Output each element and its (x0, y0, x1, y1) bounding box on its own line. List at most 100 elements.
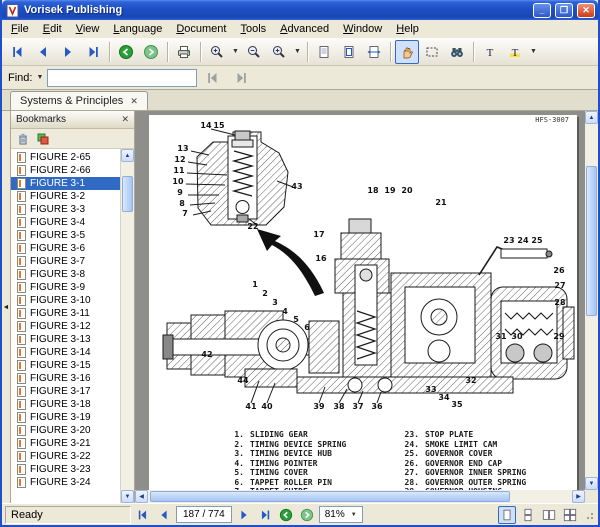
actual-size-button[interactable] (312, 40, 336, 64)
bookmark-item[interactable]: FIGURE 3-6 (11, 242, 120, 255)
scrollbar-thumb[interactable] (150, 491, 510, 502)
bookmark-item[interactable]: FIGURE 3-21 (11, 437, 120, 450)
menu-advanced[interactable]: Advanced (273, 21, 336, 37)
highlight-text-tool-button[interactable]: T (503, 40, 527, 64)
text-tool-dropdown[interactable]: ▼ (528, 40, 539, 64)
bookmark-item[interactable]: FIGURE 3-7 (11, 255, 120, 268)
scroll-down-arrow[interactable]: ▼ (585, 477, 598, 490)
bookmark-item[interactable]: FIGURE 3-16 (11, 372, 120, 385)
status-previous-view-button[interactable] (277, 506, 295, 524)
search-binoculars-button[interactable] (445, 40, 469, 64)
find-options-dropdown[interactable]: ▼ (36, 74, 43, 81)
document-horizontal-scrollbar[interactable]: ◀ ▶ (135, 490, 585, 503)
tab-label: Systems & Principles (20, 95, 123, 107)
menu-help[interactable]: Help (389, 21, 426, 37)
tab-systems-and-principles[interactable]: Systems & Principles ✕ (10, 91, 148, 110)
next-view-button[interactable] (139, 40, 163, 64)
scroll-left-arrow[interactable]: ◀ (135, 490, 148, 503)
bookmark-item[interactable]: FIGURE 3-4 (11, 216, 120, 229)
bookmark-item[interactable]: FIGURE 3-18 (11, 398, 120, 411)
bookmark-item[interactable]: FIGURE 3-8 (11, 268, 120, 281)
panel-collapse-handle[interactable]: ◄ (2, 111, 11, 503)
resize-grip[interactable] (582, 508, 595, 521)
menu-language[interactable]: Language (106, 21, 169, 37)
scrollbar-thumb[interactable] (122, 176, 133, 212)
last-page-button[interactable] (81, 40, 105, 64)
menu-window[interactable]: Window (336, 21, 389, 37)
tab-close-icon[interactable]: ✕ (130, 96, 138, 107)
bookmark-options-icon[interactable] (35, 131, 51, 147)
bookmark-item[interactable]: FIGURE 3-2 (11, 190, 120, 203)
document-area[interactable]: HFS-3007 (135, 111, 598, 503)
status-previous-page-button[interactable] (155, 506, 173, 524)
continuous-facing-layout-button[interactable] (561, 506, 579, 524)
find-next-button[interactable] (229, 66, 253, 90)
bookmark-label: FIGURE 3-11 (30, 308, 90, 319)
previous-page-button[interactable] (31, 40, 55, 64)
single-page-layout-button[interactable] (498, 506, 516, 524)
bookmark-item[interactable]: FIGURE 3-12 (11, 320, 120, 333)
bookmark-item[interactable]: FIGURE 3-24 (11, 476, 120, 489)
bookmark-item[interactable]: FIGURE 3-15 (11, 359, 120, 372)
delete-bookmark-icon[interactable] (15, 131, 31, 147)
bookmark-item[interactable]: FIGURE 3-19 (11, 411, 120, 424)
zoom-tool-dropdown[interactable]: ▼ (230, 40, 241, 64)
menu-view[interactable]: View (69, 21, 107, 37)
bookmark-item[interactable]: FIGURE 3-17 (11, 385, 120, 398)
zoom-level-dropdown[interactable]: ▼ (292, 40, 303, 64)
facing-layout-button[interactable] (540, 506, 558, 524)
menu-tools[interactable]: Tools (233, 21, 273, 37)
bookmark-item[interactable]: FIGURE 3-9 (11, 281, 120, 294)
menu-document[interactable]: Document (169, 21, 233, 37)
scroll-up-arrow[interactable]: ▲ (585, 111, 598, 124)
next-page-button[interactable] (56, 40, 80, 64)
collapse-arrow-icon: ◄ (3, 304, 10, 311)
document-vertical-scrollbar[interactable]: ▲ ▼ (585, 111, 598, 490)
bookmark-item[interactable]: FIGURE 2-66 (11, 164, 120, 177)
maximize-button[interactable]: ❐ (555, 3, 573, 18)
status-last-page-button[interactable] (256, 506, 274, 524)
menu-file[interactable]: File (4, 21, 36, 37)
zoom-tool-button[interactable] (205, 40, 229, 64)
bookmark-item[interactable]: FIGURE 2-65 (11, 151, 120, 164)
find-input[interactable] (47, 69, 197, 87)
svg-text:13: 13 (177, 144, 188, 153)
menu-edit[interactable]: Edit (36, 21, 69, 37)
bookmark-item[interactable]: FIGURE 3-3 (11, 203, 120, 216)
bookmark-item[interactable]: FIGURE 3-11 (11, 307, 120, 320)
zoom-level-selector[interactable]: 81% ▼ (319, 506, 363, 523)
status-next-view-button[interactable] (298, 506, 316, 524)
minimize-button[interactable]: _ (533, 3, 551, 18)
text-select-tool-button[interactable]: T (478, 40, 502, 64)
zoom-out-button[interactable] (242, 40, 266, 64)
page-number-indicator[interactable]: 187 / 774 (176, 506, 232, 523)
fit-width-button[interactable] (362, 40, 386, 64)
scroll-up-arrow[interactable]: ▲ (121, 149, 134, 162)
bookmarks-close-icon[interactable]: ✕ (121, 114, 129, 125)
status-next-page-button[interactable] (235, 506, 253, 524)
select-tool-button[interactable] (420, 40, 444, 64)
first-page-button[interactable] (6, 40, 30, 64)
bookmark-item[interactable]: FIGURE 3-10 (11, 294, 120, 307)
continuous-layout-button[interactable] (519, 506, 537, 524)
svg-text:18: 18 (367, 186, 379, 195)
previous-view-button[interactable] (114, 40, 138, 64)
bookmark-item[interactable]: FIGURE 3-1 (11, 177, 120, 190)
scroll-right-arrow[interactable]: ▶ (572, 490, 585, 503)
bookmark-item[interactable]: FIGURE 3-13 (11, 333, 120, 346)
scrollbar-thumb[interactable] (586, 166, 597, 316)
bookmarks-scrollbar[interactable]: ▲ ▼ (120, 149, 134, 503)
status-first-page-button[interactable] (134, 506, 152, 524)
print-button[interactable] (172, 40, 196, 64)
scroll-down-arrow[interactable]: ▼ (121, 490, 134, 503)
bookmark-item[interactable]: FIGURE 3-20 (11, 424, 120, 437)
bookmark-item[interactable]: FIGURE 3-14 (11, 346, 120, 359)
fit-page-button[interactable] (337, 40, 361, 64)
bookmark-item[interactable]: FIGURE 3-5 (11, 229, 120, 242)
find-previous-button[interactable] (201, 66, 225, 90)
close-button[interactable]: ✕ (577, 3, 595, 18)
bookmark-item[interactable]: FIGURE 3-22 (11, 450, 120, 463)
zoom-in-button[interactable] (267, 40, 291, 64)
hand-tool-button[interactable] (395, 40, 419, 64)
bookmark-item[interactable]: FIGURE 3-23 (11, 463, 120, 476)
